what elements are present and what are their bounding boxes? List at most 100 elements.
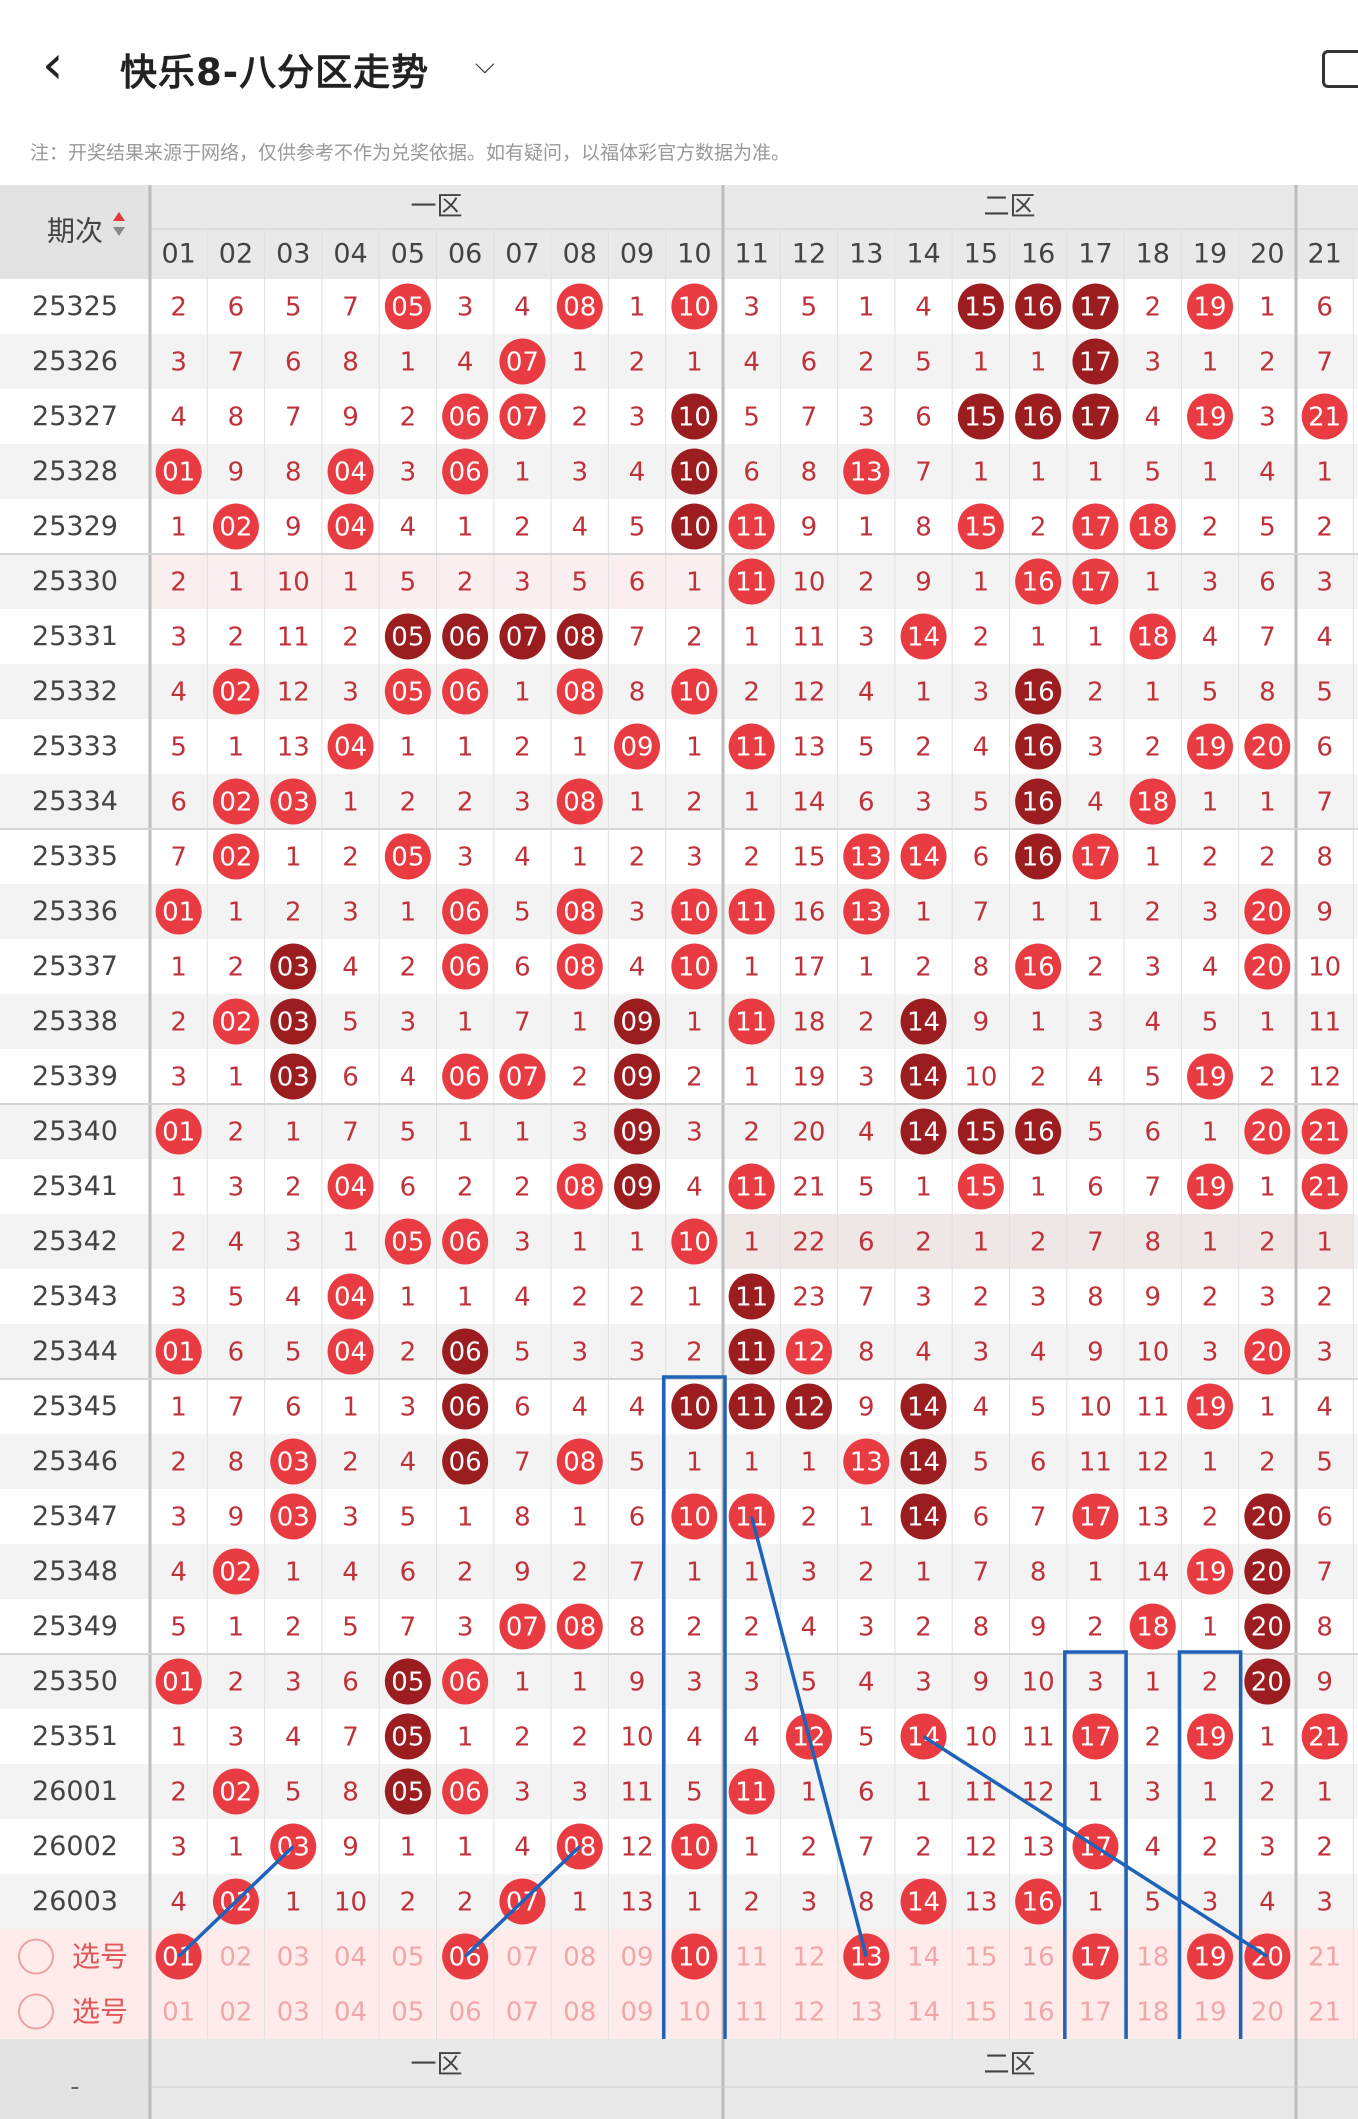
- drawn-number: 01: [162, 1338, 195, 1368]
- column-number-11: 11: [734, 239, 768, 270]
- miss-count: 4: [1144, 1833, 1161, 1863]
- select-number[interactable]: 12: [792, 1943, 825, 1973]
- miss-count: 3: [915, 788, 932, 818]
- miss-count: 2: [1202, 513, 1219, 543]
- miss-count: 2: [571, 403, 588, 433]
- select-number[interactable]: 20: [1251, 1998, 1284, 2028]
- select-number[interactable]: 11: [735, 1998, 768, 2028]
- select-number[interactable]: 17: [1079, 1998, 1112, 2028]
- select-number[interactable]: 04: [334, 1998, 367, 2028]
- selected-number[interactable]: 17: [1079, 1943, 1112, 1973]
- select-label[interactable]: 选号: [72, 1940, 128, 1973]
- select-number[interactable]: 08: [563, 1998, 596, 2028]
- select-number[interactable]: 02: [219, 1998, 252, 2028]
- issue-number: 25326: [32, 346, 118, 377]
- miss-count: 7: [1316, 348, 1333, 378]
- select-number[interactable]: 07: [506, 1943, 539, 1973]
- miss-count: 5: [1259, 513, 1276, 543]
- miss-count: 13: [1136, 1503, 1169, 1533]
- select-number[interactable]: 01: [162, 1998, 195, 2028]
- miss-count: 5: [1144, 458, 1161, 488]
- column-number-17: 17: [1078, 239, 1112, 270]
- select-number[interactable]: 11: [735, 1943, 768, 1973]
- miss-count: 7: [514, 1008, 531, 1038]
- select-number[interactable]: 18: [1136, 1998, 1169, 2028]
- miss-count: 3: [1259, 403, 1276, 433]
- miss-count: 11: [1136, 1393, 1169, 1423]
- miss-count: 1: [1259, 1393, 1276, 1423]
- select-number[interactable]: 04: [334, 1943, 367, 1973]
- select-number[interactable]: 21: [1308, 1943, 1341, 1973]
- miss-count: 6: [629, 568, 646, 598]
- select-number[interactable]: 21: [1308, 1998, 1341, 2028]
- selected-number[interactable]: 13: [850, 1943, 883, 1973]
- miss-count: 4: [686, 1173, 703, 1203]
- selected-number[interactable]: 20: [1251, 1943, 1284, 1973]
- miss-count: 3: [1259, 1833, 1276, 1863]
- miss-count: 8: [514, 1503, 531, 1533]
- miss-count: 1: [686, 348, 703, 378]
- issue-header[interactable]: 期次: [47, 215, 103, 248]
- miss-count: 7: [1316, 1558, 1333, 1588]
- drawn-number: 10: [678, 1393, 711, 1423]
- select-number[interactable]: 03: [277, 1943, 310, 1973]
- miss-count: 1: [228, 568, 245, 598]
- miss-count: 2: [915, 733, 932, 763]
- select-number[interactable]: 19: [1194, 1998, 1227, 2028]
- miss-count: 2: [170, 1448, 187, 1478]
- miss-count: 8: [973, 1613, 990, 1643]
- drawn-number: 16: [1022, 678, 1055, 708]
- select-number[interactable]: 09: [621, 1998, 654, 2028]
- miss-count: 4: [1316, 623, 1333, 653]
- select-number[interactable]: 15: [964, 1998, 997, 2028]
- select-number[interactable]: 13: [850, 1998, 883, 2028]
- select-number[interactable]: 10: [678, 1998, 711, 2028]
- select-number[interactable]: 05: [391, 1998, 424, 2028]
- select-number[interactable]: 03: [277, 1998, 310, 2028]
- select-number[interactable]: 15: [964, 1943, 997, 1973]
- select-number[interactable]: 14: [907, 1943, 940, 1973]
- miss-count: 23: [792, 1283, 825, 1313]
- miss-count: 7: [1030, 1503, 1047, 1533]
- miss-count: 6: [400, 1173, 417, 1203]
- drawn-number: 15: [964, 513, 997, 543]
- miss-count: 1: [342, 1393, 359, 1423]
- drawn-number: 14: [907, 1063, 940, 1093]
- select-number[interactable]: 06: [449, 1998, 482, 2028]
- miss-count: 1: [1030, 458, 1047, 488]
- miss-count: 2: [1202, 843, 1219, 873]
- select-number[interactable]: 16: [1022, 1943, 1055, 1973]
- select-number[interactable]: 05: [391, 1943, 424, 1973]
- drawn-number: 06: [449, 1448, 482, 1478]
- drawn-number: 19: [1194, 403, 1227, 433]
- select-number[interactable]: 14: [907, 1998, 940, 2028]
- select-number[interactable]: 09: [621, 1943, 654, 1973]
- miss-count: 5: [743, 403, 760, 433]
- selected-number[interactable]: 19: [1194, 1943, 1227, 1973]
- select-number[interactable]: 07: [506, 1998, 539, 2028]
- select-number[interactable]: 02: [219, 1943, 252, 1973]
- selected-number[interactable]: 10: [678, 1943, 711, 1973]
- drawn-number: 19: [1194, 733, 1227, 763]
- miss-count: 4: [457, 348, 474, 378]
- miss-count: 4: [801, 1613, 818, 1643]
- miss-count: 5: [1030, 1393, 1047, 1423]
- miss-count: 5: [514, 1338, 531, 1368]
- drawn-number: 06: [449, 898, 482, 928]
- drawn-number: 10: [678, 513, 711, 543]
- drawn-number: 18: [1136, 623, 1169, 653]
- miss-count: 19: [792, 1063, 825, 1093]
- select-number[interactable]: 12: [792, 1998, 825, 2028]
- select-number[interactable]: 08: [563, 1943, 596, 1973]
- drawn-number: 05: [391, 678, 424, 708]
- drawn-number: 20: [1251, 1613, 1284, 1643]
- select-label[interactable]: 选号: [72, 1995, 128, 2028]
- select-number[interactable]: 16: [1022, 1998, 1055, 2028]
- issue-number: 25337: [32, 951, 118, 982]
- select-number[interactable]: 18: [1136, 1943, 1169, 1973]
- miss-count: 1: [1087, 458, 1104, 488]
- miss-count: 3: [342, 1503, 359, 1533]
- miss-count: 3: [170, 1063, 187, 1093]
- miss-count: 3: [514, 1778, 531, 1808]
- miss-count: 8: [629, 678, 646, 708]
